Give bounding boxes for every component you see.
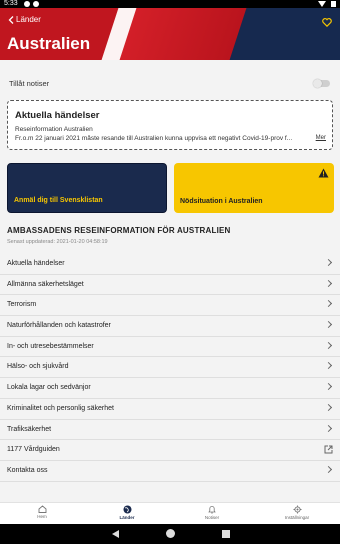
notifications-toggle[interactable]: [313, 79, 330, 88]
travel-info-list: Aktuella händelser Allmänna säkerhetsläg…: [0, 254, 340, 482]
globe-icon: [123, 505, 131, 514]
chevron-right-icon: [324, 300, 333, 308]
tab-label: Inställningar: [284, 515, 310, 520]
bottom-navigation: Hem Länder Notiser Inställningar: [0, 502, 340, 524]
list-item-label: Trafiksäkerhet: [7, 425, 52, 433]
notifications-row: Tillåt notiser: [0, 74, 340, 94]
back-button[interactable]: Länder: [8, 15, 41, 24]
tab-label: Hem: [37, 514, 47, 519]
tab-home[interactable]: Hem: [12, 505, 72, 519]
list-item[interactable]: Allmänna säkerhetsläget: [0, 274, 340, 296]
battery-icon: [331, 1, 336, 7]
warning-icon: [318, 168, 329, 178]
more-link[interactable]: Mer: [316, 135, 326, 141]
chevron-right-icon: [324, 258, 333, 267]
system-home-icon[interactable]: [166, 529, 175, 538]
tab-label: Notiser: [204, 515, 220, 520]
chevron-left-icon: [8, 15, 14, 24]
notifications-label: Tillåt notiser: [9, 79, 50, 88]
chevron-right-icon: [324, 424, 333, 432]
current-events-subtitle: Reseinformation Australien: [15, 126, 93, 133]
status-bar: 5:33: [0, 0, 340, 8]
tab-label: Länder: [119, 515, 135, 520]
current-events-card[interactable]: Aktuella händelser Reseinformation Austr…: [7, 100, 333, 150]
heart-icon: [322, 18, 332, 28]
back-label: Länder: [16, 15, 41, 24]
last-updated: Senast uppdaterad: 2021-01-20 04:58:19: [7, 239, 108, 245]
list-item[interactable]: In- och utresebestämmelser: [0, 336, 340, 358]
list-item[interactable]: Terrorism: [0, 295, 340, 317]
chevron-right-icon: [324, 383, 333, 391]
list-item-label: Terrorism: [7, 301, 37, 309]
tab-notifications[interactable]: Notiser: [182, 505, 242, 520]
sync-icon: [33, 1, 39, 7]
list-item[interactable]: 1177 Vårdguiden: [0, 440, 340, 461]
register-label: Anmäl dig till Svensklistan: [14, 197, 103, 204]
app-notification-icon: [24, 1, 30, 7]
external-link-icon: [324, 445, 333, 454]
toggle-knob: [313, 79, 322, 88]
home-icon: [38, 505, 46, 513]
current-events-body: Fr.o.m 22 januari 2021 måste resande til…: [15, 135, 293, 142]
favorite-button[interactable]: [322, 14, 332, 32]
list-item[interactable]: Naturförhållanden och katastrofer: [0, 316, 340, 337]
list-item[interactable]: Lokala lagar och sedvänjor: [0, 378, 340, 399]
current-events-title: Aktuella händelser: [15, 110, 100, 121]
chevron-right-icon: [324, 465, 333, 473]
list-item[interactable]: Kriminalitet och personlig säkerhet: [0, 398, 340, 420]
chevron-right-icon: [324, 403, 333, 411]
list-item-label: 1177 Vårdguiden: [7, 446, 60, 454]
bell-icon: [208, 506, 216, 514]
list-item-label: Kriminalitet och personlig säkerhet: [7, 404, 114, 412]
wifi-icon: [318, 1, 326, 7]
chevron-right-icon: [324, 279, 333, 287]
list-item-label: In- och utresebestämmelser: [7, 342, 94, 350]
emergency-label: Nödsituation i Australien: [180, 198, 263, 205]
tab-settings[interactable]: Inställningar: [267, 505, 327, 520]
status-time: 5:33: [4, 0, 18, 7]
list-item[interactable]: Aktuella händelser: [0, 254, 340, 275]
list-item-label: Aktuella händelser: [7, 260, 65, 267]
chevron-right-icon: [324, 341, 333, 349]
country-header: Länder Australien: [0, 8, 340, 60]
page-title: Australien: [7, 34, 91, 53]
list-item[interactable]: Kontakta oss: [0, 460, 340, 482]
system-recents-icon[interactable]: [222, 530, 230, 538]
section-title: AMBASSADENS RESEINFORMATION FÖR AUSTRALI…: [7, 226, 231, 235]
system-navigation-bar: [0, 524, 340, 544]
tab-countries[interactable]: Länder: [97, 505, 157, 520]
list-item-label: Lokala lagar och sedvänjor: [7, 384, 91, 392]
list-item-label: Naturförhållanden och katastrofer: [7, 322, 111, 330]
chevron-right-icon: [324, 362, 333, 370]
list-item-label: Allmänna säkerhetsläget: [7, 280, 84, 288]
system-back-icon[interactable]: [112, 530, 119, 538]
emergency-tile[interactable]: Nödsituation i Australien: [174, 163, 334, 213]
chevron-right-icon: [324, 321, 333, 329]
gear-icon: [293, 505, 301, 514]
list-item-label: Kontakta oss: [7, 466, 48, 474]
list-item[interactable]: Hälso- och sjukvård: [0, 357, 340, 379]
list-item-label: Hälso- och sjukvård: [7, 363, 69, 371]
list-item[interactable]: Trafiksäkerhet: [0, 419, 340, 441]
register-svensklistan-tile[interactable]: Anmäl dig till Svensklistan: [7, 163, 167, 213]
